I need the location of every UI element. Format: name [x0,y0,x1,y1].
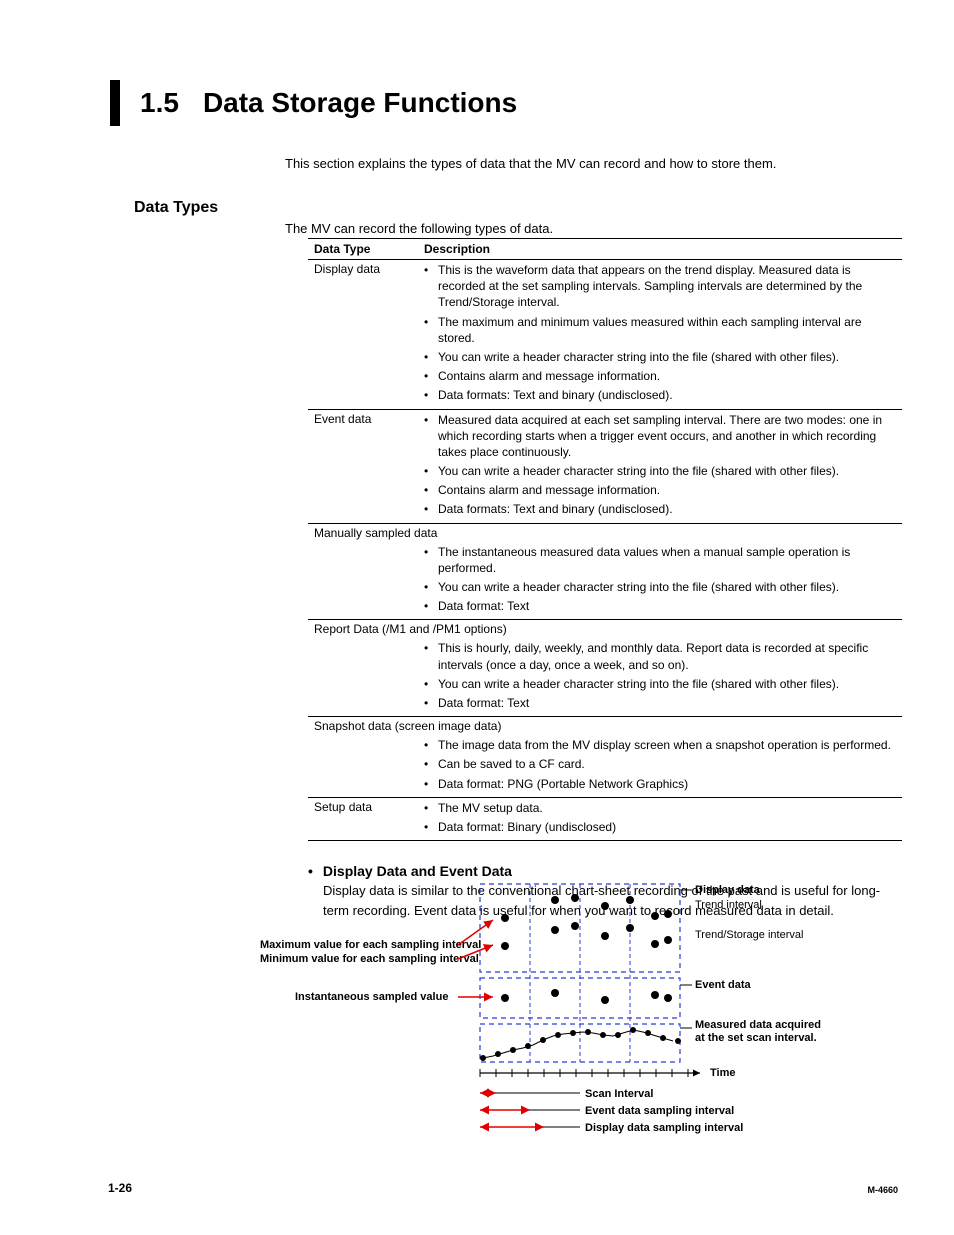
title-accent-bar [110,80,120,126]
list-item: This is hourly, daily, weekly, and month… [424,640,896,672]
list-item: You can write a header character string … [424,676,896,692]
list-item: This is the waveform data that appears o… [424,262,896,311]
subsection-intro: The MV can record the following types of… [285,221,894,236]
cell-span: Manually sampled data [308,523,902,542]
cell-span: Report Data (/M1 and /PM1 options) [308,620,902,639]
list-item: Data format: Text [424,695,896,711]
list-item: You can write a header character string … [424,463,896,479]
cell-desc: The instantaneous measured data values w… [418,542,902,620]
intro-text: This section explains the types of data … [285,156,894,171]
label-minval: Minimum value for each sampling interval [260,953,479,965]
cell-desc: This is hourly, daily, weekly, and month… [418,638,902,716]
subsection-title: Display Data and Event Data [323,863,512,879]
list-item: The image data from the MV display scree… [424,737,896,753]
list-item: You can write a header character string … [424,579,896,595]
cell-desc: The MV setup data. Data format: Binary (… [418,797,902,840]
cell-span: Snapshot data (screen image data) [308,717,902,736]
list-item: Data format: PNG (Portable Network Graph… [424,776,896,792]
label-display-data: Display data [695,884,761,896]
cell-type: Event data [308,409,418,523]
list-item: The MV setup data. [424,800,896,816]
th-type: Data Type [308,239,418,260]
label-measured2: at the set scan interval. [695,1032,817,1044]
table-row: The instantaneous measured data values w… [308,542,902,620]
list-item: Measured data acquired at each set sampl… [424,412,896,461]
label-time: Time [710,1067,735,1079]
label-event-sampling: Event data sampling interval [585,1105,734,1117]
list-item: Data formats: Text and binary (undisclos… [424,501,896,517]
cell-type: Setup data [308,797,418,840]
section-number: 1.5 [140,87,179,119]
label-event-data: Event data [695,979,752,991]
list-item: Can be saved to a CF card. [424,756,896,772]
label-scan-interval: Scan Interval [585,1088,653,1100]
label-display-sampling: Display data sampling interval [585,1122,743,1134]
page-title-row: 1.5 Data Storage Functions [60,80,894,126]
data-types-table: Data Type Description Display data This … [308,238,902,841]
label-trend-storage: Trend/Storage interval [695,929,803,941]
page-number: 1-26 [108,1181,132,1195]
th-desc: Description [418,239,902,260]
label-maxval: Maximum value for each sampling interval [260,939,481,951]
section-title: Data Storage Functions [203,87,517,119]
cell-type: Display data [308,260,418,410]
subsection-heading: Data Types [134,199,894,217]
timing-diagram: Display data Trend interval Trend/Storag… [250,878,870,1148]
list-item: Data formats: Text and binary (undisclos… [424,387,896,403]
doc-id: M-4660 [867,1185,898,1195]
list-item: Data format: Binary (undisclosed) [424,819,896,835]
table-row: Display data This is the waveform data t… [308,260,902,410]
label-measured1: Measured data acquired [695,1019,821,1031]
list-item: You can write a header character string … [424,349,896,365]
list-item: Data format: Text [424,598,896,614]
table-row: The image data from the MV display scree… [308,735,902,797]
table-row: This is hourly, daily, weekly, and month… [308,638,902,716]
cell-desc: This is the waveform data that appears o… [418,260,902,410]
cell-desc: The image data from the MV display scree… [418,735,902,797]
table-row: Event data Measured data acquired at eac… [308,409,902,523]
label-trend-interval: Trend interval [695,899,762,911]
subsection-title-row: • Display Data and Event Data [308,863,894,879]
table-row: Snapshot data (screen image data) [308,717,902,736]
bullet-icon: • [308,863,313,879]
list-item: The instantaneous measured data values w… [424,544,896,576]
list-item: The maximum and minimum values measured … [424,314,896,346]
table-row: Manually sampled data [308,523,902,542]
table-row: Setup data The MV setup data. Data forma… [308,797,902,840]
list-item: Contains alarm and message information. [424,368,896,384]
table-row: Report Data (/M1 and /PM1 options) [308,620,902,639]
label-instant: Instantaneous sampled value [295,991,448,1003]
cell-desc: Measured data acquired at each set sampl… [418,409,902,523]
list-item: Contains alarm and message information. [424,482,896,498]
